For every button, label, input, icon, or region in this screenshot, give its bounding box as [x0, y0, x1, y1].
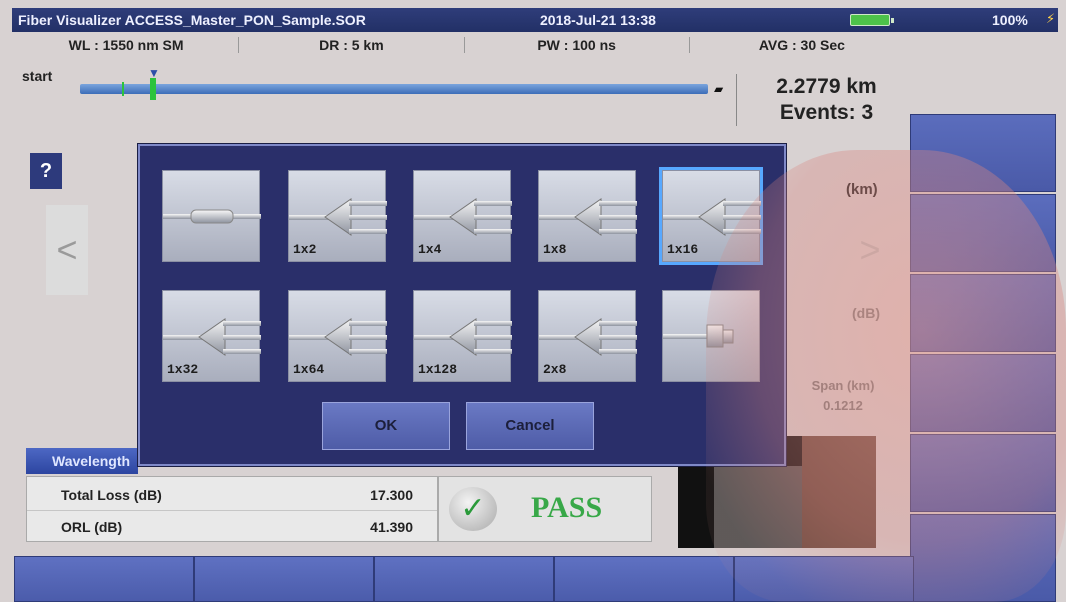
splitter-option-label: 1x128 [418, 362, 458, 377]
trace-segment [714, 466, 802, 548]
selected-event-marker[interactable] [150, 78, 156, 100]
total-loss-label: Total Loss (dB) [61, 487, 162, 503]
splitter-option-1x4[interactable]: 1x4 [413, 170, 512, 262]
unit-km-label: (km) [846, 181, 878, 198]
end-flag-icon: ▰ [714, 82, 724, 96]
datetime: 2018-Jul-21 13:38 [540, 12, 656, 28]
title-bar: Fiber Visualizer ACCESS_Master_PON_Sampl… [12, 8, 1058, 32]
splitter-option-label: 1x64 [293, 362, 325, 377]
splitter-option-connector[interactable] [162, 170, 261, 262]
checkmark-icon: ✓ [449, 487, 497, 531]
bottom-button-bar [14, 556, 914, 602]
splitter-option-1x32[interactable]: 1x32 [162, 290, 261, 382]
charging-icon: ⚡ [1046, 11, 1056, 26]
bottom-button-4[interactable] [554, 556, 734, 602]
side-button-4[interactable] [910, 354, 1056, 432]
link-summary: 2.2779 km Events: 3 [736, 74, 916, 126]
splitter-option-1x16[interactable]: 1x16 [659, 167, 763, 265]
ok-button[interactable]: OK [322, 402, 450, 450]
pass-status: PASS [531, 491, 603, 524]
total-loss-value: 17.300 [370, 487, 413, 503]
side-button-3[interactable] [910, 274, 1056, 352]
bottom-button-2[interactable] [194, 556, 374, 602]
splitter-option-1x2[interactable]: 1x2 [288, 170, 387, 262]
splitter-option-label: 1x16 [667, 242, 699, 257]
event-count: Events: 3 [779, 101, 874, 124]
event-marker[interactable] [122, 82, 124, 96]
orl-label: ORL (dB) [61, 519, 123, 535]
help-button[interactable]: ? [30, 153, 62, 189]
file-title: Fiber Visualizer ACCESS_Master_PON_Sampl… [18, 12, 366, 28]
distance-range-info: DR : 5 km [239, 37, 465, 53]
splitter-option-1x64[interactable]: 1x64 [288, 290, 387, 382]
pass-fail-panel: ✓ PASS [438, 476, 652, 542]
splitter-option-label: 1x32 [167, 362, 199, 377]
link-distance: 2.2779 km [776, 75, 877, 98]
side-button-6[interactable] [910, 514, 1056, 602]
start-label: start [22, 68, 53, 84]
splitter-option-end-connector[interactable] [662, 290, 760, 382]
battery-percent: 100% [992, 12, 1028, 28]
splitter-option-label: 1x8 [543, 242, 567, 257]
acquisition-info: WL : 1550 nm SM DR : 5 km PW : 100 ns AV… [14, 32, 914, 58]
unit-db-label: (dB) [852, 305, 880, 321]
averaging-info: AVG : 30 Sec [758, 37, 845, 53]
splitter-option-label: 1x4 [418, 242, 442, 257]
wavelength-tab[interactable]: Wavelength [26, 448, 138, 474]
orl-row: ORL (dB) 41.390 [27, 511, 437, 543]
splitter-option-label: 1x2 [293, 242, 317, 257]
bottom-button-3[interactable] [374, 556, 554, 602]
span-value: 0.1212 [823, 398, 863, 413]
splitter-option-1x8[interactable]: 1x8 [538, 170, 637, 262]
span-label: Span (km) [811, 378, 875, 393]
cancel-button[interactable]: Cancel [466, 402, 594, 450]
span-info: Span (km) 0.1212 [788, 376, 898, 416]
link-track[interactable] [80, 78, 708, 100]
prev-arrow-icon[interactable]: < [46, 205, 88, 295]
splitter-option-2x8[interactable]: 2x8 [538, 290, 637, 382]
battery-icon [850, 14, 894, 26]
side-button-2[interactable] [910, 194, 1056, 272]
bottom-button-5[interactable] [734, 556, 914, 602]
orl-value: 41.390 [370, 519, 413, 535]
total-loss-row: Total Loss (dB) 17.300 [27, 479, 437, 511]
bottom-button-1[interactable] [14, 556, 194, 602]
next-arrow-icon[interactable]: > [852, 205, 888, 295]
side-button-1[interactable] [910, 114, 1056, 192]
splitter-option-label: 2x8 [543, 362, 567, 377]
splitter-option-1x128[interactable]: 1x128 [413, 290, 512, 382]
otdr-screen: Fiber Visualizer ACCESS_Master_PON_Sampl… [0, 0, 1066, 602]
wavelength-info: WL : 1550 nm SM [14, 37, 240, 53]
trace-segment [802, 436, 876, 548]
splitter-select-dialog: OK Cancel 1x2 1x4 1x8 1x16 1x32 1x64 1x128 2x8 [138, 144, 786, 466]
results-table: Total Loss (dB) 17.300 ORL (dB) 41.390 [26, 476, 438, 542]
link-overview: start ▼ ▰ 2.2779 km Events: 3 [14, 62, 909, 134]
pulse-width-info: PW : 100 ns [465, 37, 690, 53]
side-button-5[interactable] [910, 434, 1056, 512]
